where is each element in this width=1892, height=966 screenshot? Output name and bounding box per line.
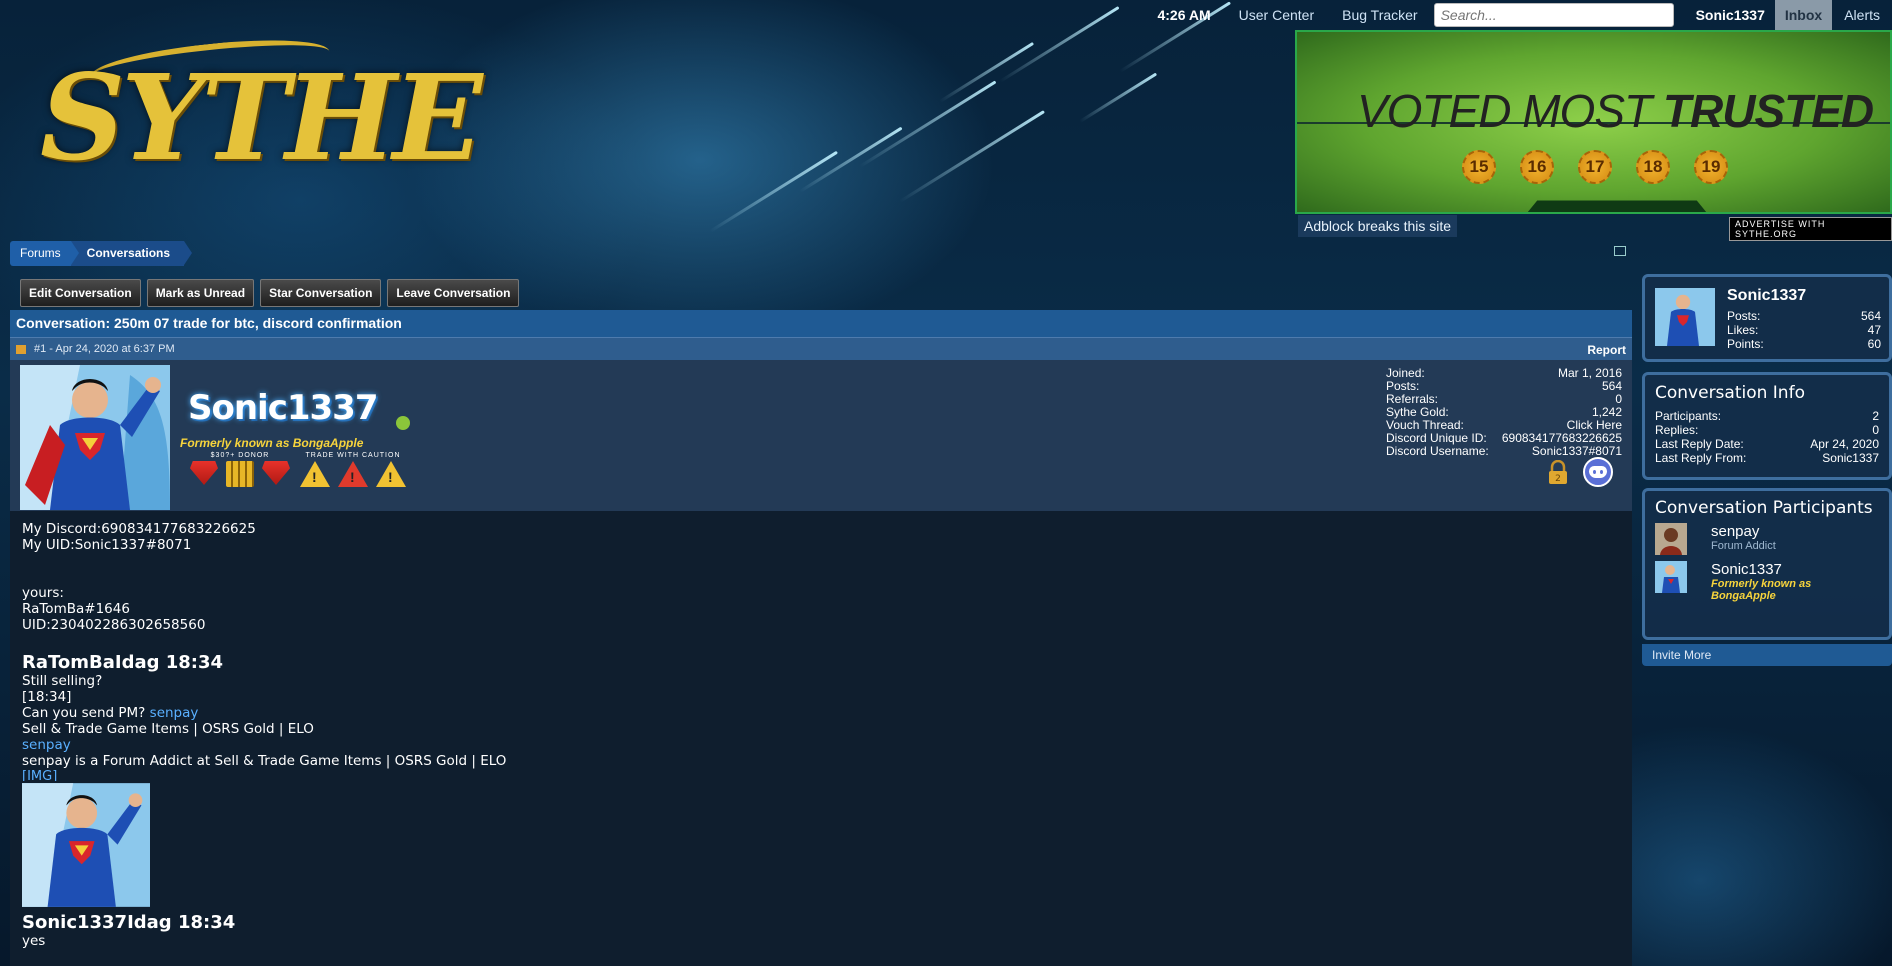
- edit-conversation-button[interactable]: Edit Conversation: [20, 279, 141, 307]
- warning-triangle-icon: !: [300, 461, 330, 487]
- clock-time: 4:26 AM: [1157, 7, 1211, 23]
- conversation-container: Conversation: 250m 07 trade for btc, dis…: [10, 310, 1632, 966]
- svg-text:2: 2: [1555, 474, 1561, 484]
- post-icon: [16, 344, 26, 354]
- site-logo[interactable]: SYTHE: [40, 30, 483, 190]
- conversation-info-panel: Conversation Info Participants: 2 Replies…: [1642, 372, 1892, 480]
- message-body: My Discord:690834177683226625 My UID:Son…: [10, 511, 1632, 959]
- participant-title: Formerly known as BongaApple: [1711, 578, 1812, 602]
- last-reply-user-link[interactable]: Sonic1337: [1822, 451, 1879, 465]
- banner-crest: [1513, 200, 1721, 212]
- alerts-tab[interactable]: Alerts: [1832, 7, 1892, 23]
- year-medal: 15: [1462, 150, 1496, 184]
- sidebar-user-panel: Sonic1337 Posts: 564 Likes: 47 Points: 60: [1642, 274, 1892, 362]
- user-link-senpay[interactable]: senpay: [22, 737, 71, 753]
- user-link-senpay[interactable]: senpay: [150, 705, 199, 721]
- ad-banner[interactable]: VOTED MOST TRUSTED 15 16 17 18 19: [1295, 30, 1892, 214]
- restore-window-icon[interactable]: [1614, 246, 1626, 256]
- superman-badge-icon: [262, 461, 290, 485]
- poster-stats: Joined: Mar 1, 2016 Posts: 564 Referrals: 0…: [1386, 366, 1622, 458]
- inbox-tab[interactable]: Inbox: [1774, 0, 1833, 30]
- donor-caption: $30?+ DONOR: [210, 452, 270, 459]
- breadcrumb-conversations[interactable]: Conversations: [70, 241, 193, 266]
- post-header: #1 - Apr 24, 2020 at 6:37 PM Report: [10, 337, 1632, 360]
- superman-badge-icon: [190, 461, 218, 485]
- mark-unread-button[interactable]: Mark as Unread: [146, 279, 255, 307]
- year-medal: 19: [1694, 150, 1728, 184]
- conversation-actions: Edit Conversation Mark as Unread Star Co…: [20, 279, 520, 307]
- breadcrumb-forums[interactable]: Forums: [10, 241, 79, 266]
- lock-icon: 2: [1549, 460, 1567, 484]
- year-medal: 16: [1520, 150, 1554, 184]
- post-number[interactable]: #1 - Apr 24, 2020 at 6:37 PM: [34, 343, 175, 355]
- user-center-link[interactable]: User Center: [1225, 7, 1328, 23]
- conversation-title: Conversation: 250m 07 trade for btc, dis…: [10, 310, 1632, 337]
- discord-icon[interactable]: [1583, 457, 1613, 487]
- broken-image-link[interactable]: [IMG]: [22, 769, 1620, 781]
- breadcrumb: Forums Conversations: [10, 241, 193, 266]
- user-badges: $30?+ DONOR TRADE WITH CAUTION ! ! !: [190, 452, 406, 487]
- leave-conversation-button[interactable]: Leave Conversation: [387, 279, 520, 307]
- avatar[interactable]: [1655, 287, 1715, 347]
- sidebar-username[interactable]: Sonic1337: [1727, 287, 1806, 305]
- participant-item[interactable]: senpay Forum Addict: [1655, 523, 1879, 555]
- warning-triangle-icon: !: [376, 461, 406, 487]
- formerly-known-as: Formerly known as BongaApple: [180, 436, 364, 450]
- gold-badge-icon: [226, 461, 254, 487]
- caution-caption: TRADE WITH CAUTION: [305, 452, 401, 459]
- username-link[interactable]: Sonic1337: [1686, 7, 1775, 23]
- banner-year-medals: 15 16 17 18 19: [1462, 150, 1728, 184]
- online-status-icon: [396, 416, 410, 430]
- avatar[interactable]: [1655, 561, 1687, 593]
- poster-userbar: Sonic1337 Formerly known as BongaApple $…: [10, 360, 1632, 511]
- panel-title: Conversation Info: [1655, 383, 1805, 403]
- adblock-notice: Adblock breaks this site: [1298, 215, 1458, 237]
- participant-title: Forum Addict: [1711, 540, 1776, 552]
- participant-item[interactable]: Sonic1337 Formerly known as BongaApple: [1655, 561, 1879, 602]
- avatar[interactable]: [20, 365, 170, 510]
- quote-heading: Sonic1337Idag 18:34: [22, 912, 236, 933]
- quote-heading: RaTomBaIdag 18:34: [22, 652, 224, 673]
- advertise-link[interactable]: ADVERTISE WITH SYTHE.ORG: [1729, 217, 1892, 241]
- signature-username: Sonic1337: [188, 388, 378, 428]
- panel-title: Conversation Participants: [1655, 498, 1873, 518]
- embedded-avatar-image: [22, 783, 150, 907]
- banner-headline: VOTED MOST TRUSTED: [1357, 85, 1874, 137]
- bug-tracker-link[interactable]: Bug Tracker: [1328, 7, 1431, 23]
- logo-text: SYTHE: [40, 48, 483, 187]
- participant-name[interactable]: senpay: [1711, 523, 1776, 540]
- avatar[interactable]: [1655, 523, 1687, 555]
- participants-panel: Conversation Participants senpay Forum A…: [1642, 488, 1892, 640]
- top-navigation: 4:26 AM User Center Bug Tracker Sonic133…: [1143, 0, 1892, 30]
- search-input[interactable]: [1433, 3, 1674, 27]
- invite-more-link[interactable]: Invite More: [1642, 644, 1892, 666]
- year-medal: 17: [1578, 150, 1612, 184]
- sidebar-user-stats: Posts: 564 Likes: 47 Points: 60: [1727, 309, 1881, 351]
- warning-triangle-icon: !: [338, 461, 368, 487]
- participant-name[interactable]: Sonic1337: [1711, 561, 1879, 578]
- star-conversation-button[interactable]: Star Conversation: [260, 279, 382, 307]
- report-link[interactable]: Report: [1587, 343, 1626, 357]
- year-medal: 18: [1636, 150, 1670, 184]
